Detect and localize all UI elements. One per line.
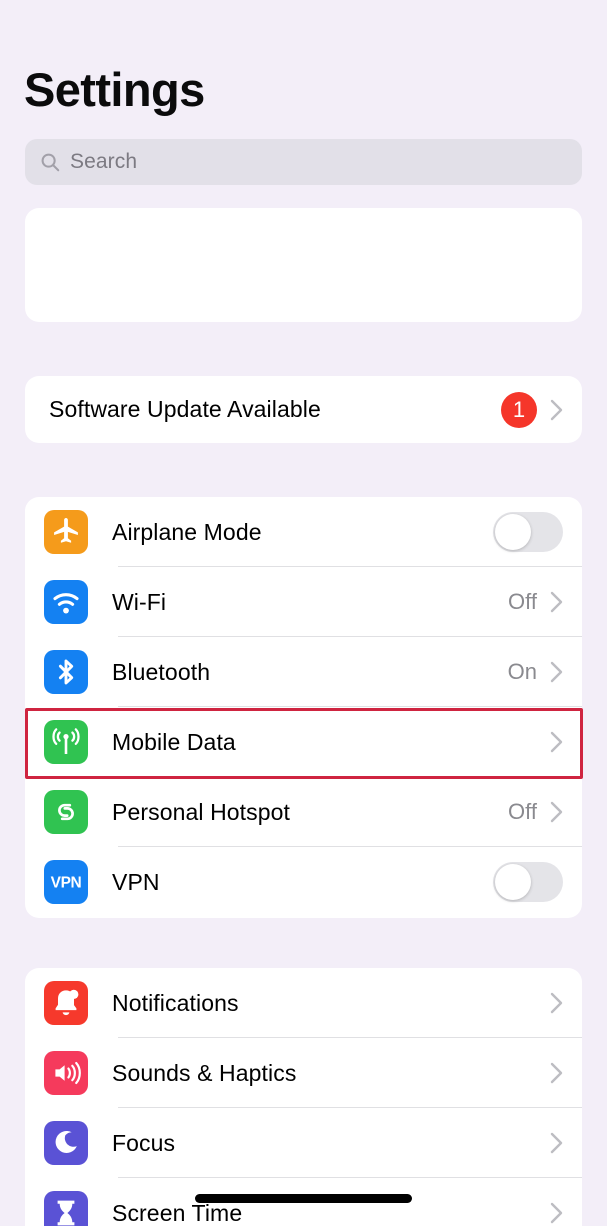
sounds-speaker-icon [44,1051,88,1095]
row-label: Screen Time [112,1199,243,1226]
row-accessories [493,512,563,552]
row-sounds-haptics[interactable]: Sounds & Haptics [25,1038,582,1108]
toggle-switch[interactable] [493,862,563,902]
row-label: Mobile Data [112,728,236,755]
focus-moon-icon [44,1121,88,1165]
notifications-bell-icon [44,981,88,1025]
row-accessories: Off [508,799,563,825]
row-bluetooth[interactable]: Bluetooth On [25,637,582,707]
chevron-right-icon [550,1132,563,1154]
chevron-right-icon [550,731,563,753]
airplane-icon [44,510,88,554]
connectivity-card: Airplane Mode Wi-Fi Off Bluetooth On Mobile D… [25,497,582,918]
row-label: Software Update Available [49,396,321,422]
row-notifications[interactable]: Notifications [25,968,582,1038]
row-accessories [550,731,563,753]
row-accessories [550,1202,563,1224]
row-personal-hotspot[interactable]: Personal Hotspot Off [25,777,582,847]
row-accessories [550,1132,563,1154]
chevron-right-icon [550,399,563,421]
row-label: Wi-Fi [112,588,167,615]
row-focus[interactable]: Focus [25,1108,582,1178]
vpn-icon: VPN [44,860,88,904]
chevron-right-icon [550,1202,563,1224]
row-accessories [550,1062,563,1084]
row-label: Bluetooth [112,658,211,685]
row-label: Personal Hotspot [112,798,291,825]
chevron-right-icon [550,801,563,823]
chevron-right-icon [550,591,563,613]
row-airplane-mode[interactable]: Airplane Mode [25,497,582,567]
row-accessories: Off [508,589,563,615]
row-value: Off [508,799,537,824]
chevron-right-icon [550,661,563,683]
apple-account-card[interactable] [25,208,582,322]
row-accessories [493,862,563,902]
row-vpn[interactable]: VPN VPN [25,847,582,917]
mobile-data-icon [44,720,88,764]
row-accessories: 1 [501,391,563,428]
search-input[interactable]: Search [25,139,582,185]
page-title: Settings [24,63,205,116]
settings-screen: Settings Search Software Update Availabl… [0,0,607,1226]
row-label: Sounds & Haptics [112,1059,297,1086]
row-mobile-data[interactable]: Mobile Data [25,707,582,777]
row-label: Airplane Mode [112,518,262,545]
row-label: VPN [112,868,160,895]
row-accessories: On [508,659,563,685]
bluetooth-icon [44,650,88,694]
search-icon [39,151,61,173]
toggle-knob [495,864,531,900]
chevron-right-icon [550,992,563,1014]
toggle-switch[interactable] [493,512,563,552]
status-badge: 1 [501,391,537,428]
toggle-knob [495,514,531,550]
system-settings-card: Notifications Sounds & Haptics Focus Screen… [25,968,582,1226]
home-indicator[interactable] [195,1194,412,1203]
row-label: Notifications [112,989,239,1016]
row-label: Focus [112,1129,176,1156]
row-software-update[interactable]: Software Update Available 1 [25,376,582,443]
search-placeholder: Search [70,150,138,173]
svg-text:VPN: VPN [51,875,82,892]
row-accessories [550,992,563,1014]
personal-hotspot-icon [44,790,88,834]
row-wi-fi[interactable]: Wi-Fi Off [25,567,582,637]
row-value: On [507,659,537,684]
screen-time-hourglass-icon [44,1191,88,1226]
software-update-card[interactable]: Software Update Available 1 [25,376,582,443]
wifi-icon [44,580,88,624]
row-value: Off [508,589,537,614]
chevron-right-icon [550,1062,563,1084]
